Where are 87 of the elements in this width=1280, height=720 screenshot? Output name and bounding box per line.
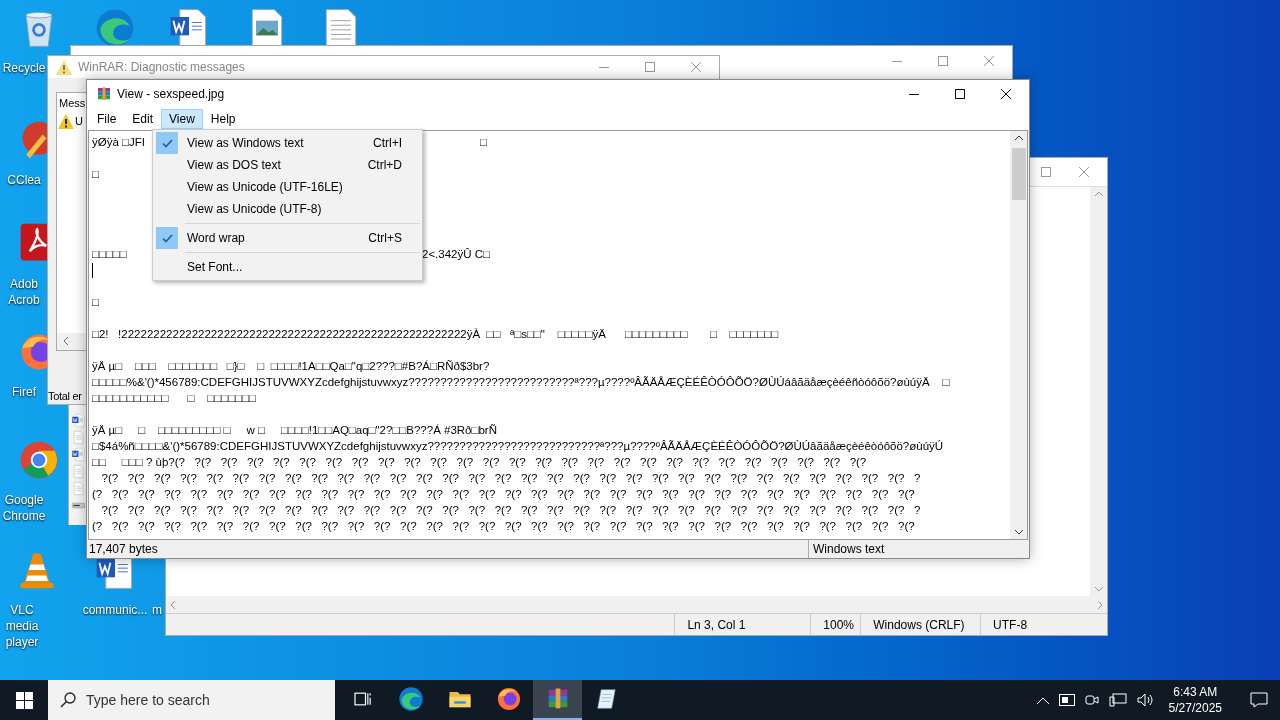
column-header[interactable]: Mess — [57, 93, 86, 113]
minimize-icon — [599, 66, 609, 68]
edge-icon — [396, 685, 425, 713]
status-text: Windows text — [812, 541, 885, 558]
menu-option[interactable]: View as Windows text Ctrl+I — [153, 132, 422, 154]
menu-option-label: View as DOS text — [187, 157, 282, 174]
volume-icon[interactable] — [1136, 693, 1153, 707]
horizontal-scrollbar[interactable] — [166, 596, 1107, 613]
scroll-left-icon — [170, 600, 175, 609]
shortcut-text: Ctrl+S — [368, 230, 402, 247]
maximize-icon — [645, 62, 655, 72]
menu-option[interactable]: View as Unicode (UTF-8) — [153, 198, 422, 220]
warning-icon — [56, 59, 72, 75]
text-line: □□□□□ — [92, 247, 127, 262]
scroll-left-icon — [63, 337, 68, 345]
menu-item[interactable]: View — [161, 109, 203, 129]
message-text: U — [75, 114, 83, 129]
text-line: ?(? ?(? ?(? ?(? ?(? ?(? ?(? ?(? ?(? ?(? ?(? ?(? ?(? ?(? ?(? ?(? ?(? ?(? ?(? ?(? ?(? ?(? ?(? ?(? ?(? ?(? ?(? ?(? ?(? ?(? ?(? ? — [100, 503, 921, 518]
text-line: ÿØÿà □JFI — [92, 135, 145, 150]
status-text: 100% — [811, 614, 862, 635]
maximize-icon — [938, 56, 948, 66]
menu-option-label: View as Unicode (UTF-8) — [187, 201, 323, 218]
close-icon — [691, 62, 701, 72]
close-icon — [984, 56, 994, 66]
search-field[interactable]: Type here to search — [48, 680, 335, 720]
window-title: WinRAR: Diagnostic messages — [78, 59, 245, 76]
checkmark-icon — [161, 138, 173, 148]
close-icon — [1001, 89, 1011, 99]
scroll-left-button[interactable] — [57, 332, 87, 350]
scrollbar-thumb[interactable] — [1011, 148, 1026, 200]
chevron-up-icon[interactable] — [1036, 696, 1049, 704]
status-text: UTF-8 — [992, 616, 1029, 634]
menu-item[interactable]: Edit — [124, 109, 162, 129]
menu-option-label: Set Font... — [187, 259, 244, 276]
menu-option-label: View as Unicode (UTF-16LE) — [187, 179, 344, 196]
search-icon — [60, 692, 76, 708]
app-icon — [95, 85, 113, 103]
menu-option[interactable]: Set Font... — [153, 256, 422, 278]
text-line: □$4á%ñ□□□□&'()*56789:CDEFGHIJSTUVWXYZcdefghijstuvwxyz???????????????????????????ª???µ????ºÂÃÄÅÆÇÈÉÊÒÓÔÕÖ?ØÙÚâãäåæçèéêòóôõö?øùúÿÚ — [92, 439, 944, 454]
scroll-down-icon — [1094, 587, 1103, 592]
camera-icon[interactable] — [1084, 693, 1099, 707]
clock[interactable]: 6:43 AM 5/27/2025 — [1162, 684, 1228, 716]
checkmark-icon — [161, 233, 173, 243]
maximize-icon — [1041, 167, 1051, 177]
text-line: 2<.342ÿÛ C□ — [422, 247, 491, 262]
minimize-icon — [892, 60, 902, 62]
minimize-icon — [909, 93, 919, 95]
menu-option-label: Word wrap — [187, 230, 246, 247]
scroll-down-icon — [1014, 530, 1023, 535]
menu-option[interactable]: View as DOS text Ctrl+D — [153, 154, 422, 176]
warning-icon — [58, 113, 74, 129]
text-line: (? ?(? ?(? ?(? ?(? ?(? ?(? ?(? ?(? ?(? ?(? ?(? ?(? ?(? ?(? ?(? ?(? ?(? ?(? ?(? ?(? ?(? ?(? ?(? ?(? ?(? ?(? ?(? ?(? ?(? ?(? ?(? — [92, 519, 915, 534]
close-icon — [1079, 167, 1089, 177]
text-line: □ — [92, 167, 99, 182]
text-line: (? ?(? ?(? ?(? ?(? ?(? ?(? ?(? ?(? ?(? ?(? ?(? ?(? ?(? ?(? ?(? ?(? ?(? ?(? ?(? ?(? ?(? ?(? ?(? ?(? ?(? ?(? ?(? ?(? ?(? ?(? ?(? — [92, 487, 915, 502]
window-title: View - sexspeed.jpg — [117, 86, 225, 103]
text-cursor — [92, 262, 93, 278]
status-text: 17,407 bytes — [87, 540, 809, 558]
text-line: ÿÄ µ□ □□□ □□□□□□□ □}□ □ □□□□!1A□□Qa□"q□2???□#B?Á□RÑð$3br? — [92, 359, 490, 374]
network-icon[interactable] — [1108, 693, 1127, 707]
shortcut-text: Ctrl+D — [367, 157, 402, 174]
total-errors-text: Total er — [48, 388, 82, 404]
text-line: ÿÄ µ□ □ □□□□□□□□□ □ w □ □□□□!1□□AQ□aq□"2?□□B???Á #3Rð□brÑ — [92, 423, 497, 438]
vertical-scrollbar[interactable] — [1010, 131, 1027, 539]
text-line: □□ □□□ ? ùþ?(? ?(? ?(? ?(? ?(? ?(? ?(? ?(? ?(? ?(? ?(? ?(? ?(? ?(? ?(? ?(? ?(? ?(? ?(? ?(? ?(? ?(? ?(? ?(? ?(? ?(? ?(? — [92, 455, 867, 470]
scroll-up-icon — [1014, 135, 1023, 140]
menu-item[interactable]: File — [89, 109, 125, 129]
menu-item[interactable]: Help — [202, 109, 244, 129]
vertical-scrollbar[interactable] — [1090, 187, 1107, 596]
windows-icon — [15, 691, 33, 709]
menu-option-label: View as Windows text — [187, 135, 305, 152]
status-text: Ln 3, Col 1 — [675, 614, 812, 635]
menu-option[interactable]: View as Unicode (UTF-16LE) — [153, 176, 422, 198]
text-line: □ — [479, 135, 488, 150]
text-line: □□□□□%&'()*456789:CDEFGHIJSTUVWXYZcdefghijstuvwxyz??????????????????????????ª???µ????ºÂÃÄÅÆÇÈÉÊÒÓÔÕÖ?ØÙÚáâãäåæçèéêñòóôõö?øùúÿÄ □ — [92, 375, 950, 390]
text-line: □ — [92, 295, 99, 310]
maximize-icon — [955, 89, 965, 99]
menu-option[interactable]: Word wrap Ctrl+S — [153, 227, 422, 249]
keyboard-icon[interactable] — [1058, 694, 1075, 706]
scroll-right-icon — [1098, 600, 1103, 609]
text-line: □□□□□□□□□□□ □ □□□□□□□ — [92, 391, 256, 406]
scroll-up-icon — [1094, 191, 1103, 196]
shortcut-text: Ctrl+I — [373, 135, 402, 152]
notification-icon[interactable] — [1250, 692, 1268, 708]
status-text: Windows (CRLF) — [861, 614, 982, 635]
text-line: ?(? ?(? ?(? ?(? ?(? ?(? ?(? ?(? ?(? ?(? ?(? ?(? ?(? ?(? ?(? ?(? ?(? ?(? ?(? ?(? ?(? ?(? ?(? ?(? ?(? ?(? ?(? ?(? ?(? ?(? ?(? ? — [100, 471, 921, 486]
text-line: □2! !222222222222222222222222222222222222222222222222222222ÿÀ □□ ª□s□□" □□□□□ÿÄ □□□□□□□□□ □ □□□□□□□ — [92, 327, 779, 342]
